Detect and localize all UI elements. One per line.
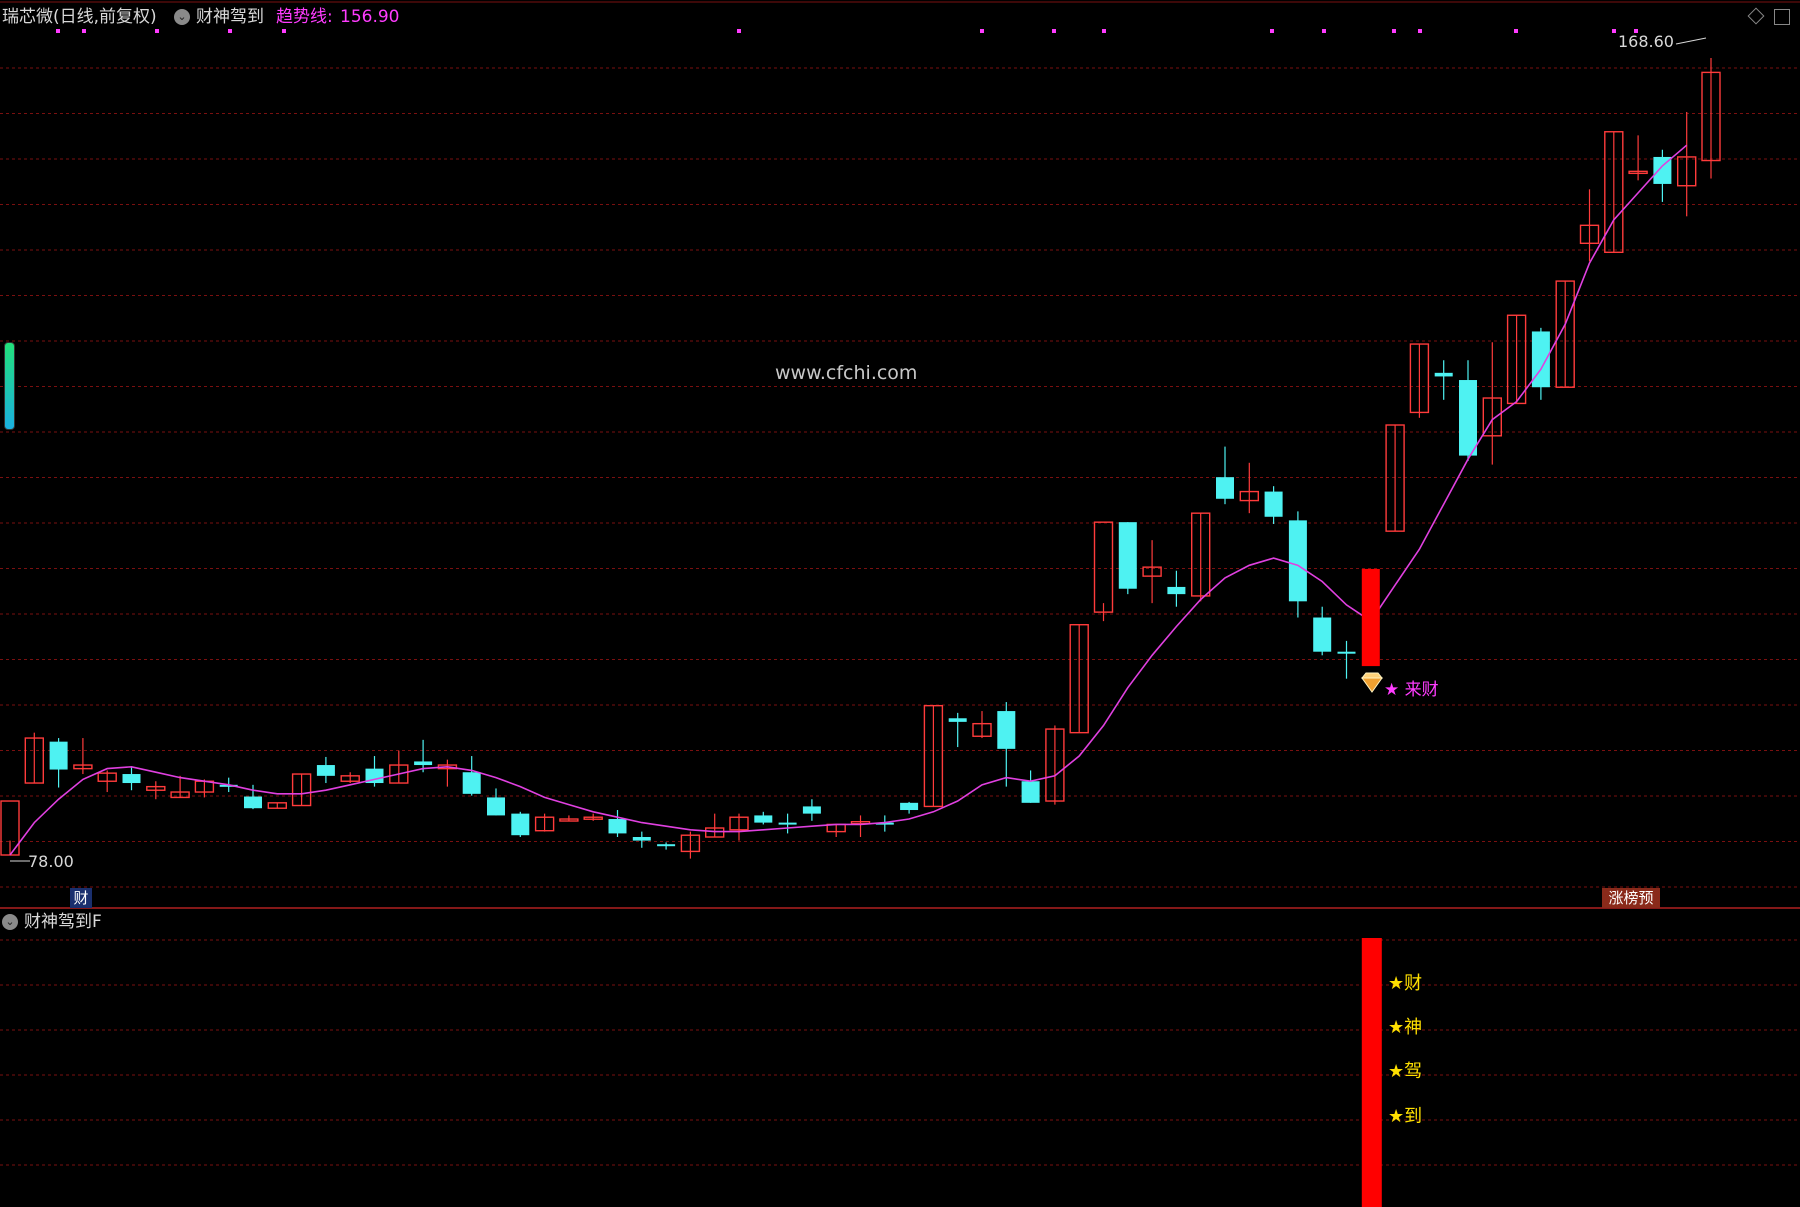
trend-marker [1514, 29, 1518, 33]
gem-icon [1360, 672, 1384, 693]
candle-body [1021, 781, 1040, 803]
trend-marker [1392, 29, 1396, 33]
candle-body [1459, 380, 1477, 456]
candle-body [511, 813, 530, 836]
candle-body [1093, 521, 1114, 613]
trend-value: 156.90 [340, 7, 400, 27]
kline-chart[interactable] [0, 0, 1800, 1207]
trend-marker [82, 29, 86, 33]
candle-body [49, 741, 68, 770]
trend-marker [980, 29, 984, 33]
grid-lines [0, 1, 1800, 909]
candle-body [900, 802, 919, 811]
candle-body [487, 797, 505, 816]
candle-body [462, 772, 481, 794]
candle-body [802, 806, 821, 814]
zoom-scrollbar[interactable] [4, 342, 15, 430]
trend-marker [1418, 29, 1422, 33]
trend-marker [1270, 29, 1274, 33]
low-price-label: 78.00 [28, 852, 74, 871]
trend-marker [737, 29, 741, 33]
trend-marker [282, 29, 286, 33]
candle-body [754, 815, 773, 823]
candle-body [632, 837, 651, 841]
trend-marker [1612, 29, 1616, 33]
candle-body [244, 796, 262, 809]
trend-markers [56, 29, 1638, 33]
arrow-high [1675, 37, 1707, 45]
signal-candle [1361, 568, 1380, 667]
candle-body [1264, 491, 1283, 517]
watermark: www.cfchi.com [775, 362, 918, 384]
candle-body [414, 761, 433, 766]
trend-marker [1052, 29, 1056, 33]
sub-label-shen: ★神 [1388, 1017, 1423, 1038]
sub-label-jia: ★驾 [1388, 1061, 1423, 1082]
trend-line [9, 144, 1688, 856]
sub-panel-grid [0, 939, 1800, 1166]
candle-body [608, 819, 627, 834]
sub-panel-title[interactable]: 财神驾到F [24, 912, 102, 932]
candle-body [1216, 477, 1234, 499]
sub-panel-signal-bar [1361, 938, 1382, 1207]
sub-panel-toggle-icon[interactable]: ⌄ [2, 914, 18, 930]
indicator-name[interactable]: 财神驾到 [196, 7, 264, 27]
candle-body [997, 711, 1016, 749]
trend-marker [155, 29, 159, 33]
window-icon[interactable] [1774, 9, 1790, 25]
chart-title: 瑞芯微(日线,前复权) [2, 7, 157, 27]
trend-marker [1102, 29, 1106, 33]
candle-body [1434, 372, 1453, 377]
candlesticks [0, 57, 1721, 859]
candle-body [1118, 522, 1137, 589]
candle-body [948, 718, 967, 722]
high-price-label: 168.60 [1618, 32, 1674, 51]
signal-label: ★ 来财 [1384, 680, 1439, 700]
candle-body [1167, 586, 1186, 595]
candle-body [122, 774, 141, 784]
trend-marker [56, 29, 60, 33]
candle-body [316, 765, 335, 776]
trend-marker [1322, 29, 1326, 33]
trend-marker [228, 29, 232, 33]
candle-body [1288, 520, 1307, 602]
candle-body [1337, 651, 1356, 654]
badge-zhangbang: 涨榜预 [1602, 888, 1660, 908]
badge-cai: 财 [70, 888, 92, 908]
candle-body [778, 822, 797, 825]
sub-label-cai: ★财 [1388, 973, 1423, 994]
indicator-toggle-icon[interactable]: ⌄ [174, 9, 190, 25]
candle-body [1313, 617, 1332, 652]
trend-label: 趋势线: [276, 7, 333, 27]
sub-label-dao: ★到 [1388, 1106, 1423, 1127]
candle-body [657, 844, 676, 847]
